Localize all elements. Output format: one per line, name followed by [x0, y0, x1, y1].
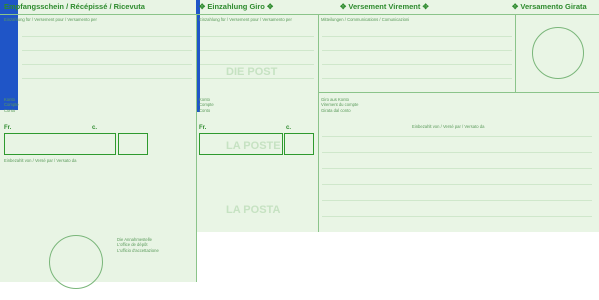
account-label-line: Conto	[4, 107, 16, 113]
write-line	[322, 136, 592, 137]
cross-arrow-icon: ✥	[422, 2, 429, 11]
write-line	[322, 152, 592, 153]
account-label-line: Compte	[4, 102, 19, 108]
centimes-label: c.	[286, 125, 292, 131]
giro-header-it-text: Versamento Girata	[520, 2, 587, 11]
francs-field-middle[interactable]	[199, 133, 283, 155]
account-label-line: Compte	[199, 102, 214, 108]
giro-header-de: ✥ Einzahlung Giro ✥	[199, 2, 273, 11]
francs-label: Fr.	[4, 125, 12, 131]
write-line	[22, 36, 192, 37]
write-line	[22, 50, 192, 51]
francs-field-left[interactable]	[4, 133, 116, 155]
centimes-field-left[interactable]	[118, 133, 148, 155]
write-line	[322, 200, 592, 201]
write-line	[322, 50, 512, 51]
centimes-field-middle[interactable]	[284, 133, 314, 155]
write-line	[322, 184, 592, 185]
giro-header-fr: ✥ Versement Virement ✥	[340, 2, 429, 11]
write-line	[200, 50, 314, 51]
centimes-label: c.	[92, 125, 98, 131]
divider-comms	[318, 92, 599, 93]
cross-arrow-icon: ✥	[340, 2, 347, 11]
office-label-line: L'ufficio d'accettazione	[117, 247, 159, 253]
giro-account-line: Virement du compte	[321, 102, 359, 108]
receipt-header: Empfangsschein / Récépissé / Ricevuta	[4, 2, 145, 11]
write-line	[22, 64, 192, 65]
blank-area	[196, 232, 599, 300]
watermark: LA POSTA	[226, 204, 281, 216]
stamp-circle-right	[532, 27, 584, 79]
pay-for-label-middle: Einzahlung für / Versement pour / Versam…	[199, 17, 292, 22]
pay-for-label-left: Einzahlung für / Versement pour / Versam…	[4, 17, 97, 22]
write-line	[22, 78, 192, 79]
write-line	[322, 36, 512, 37]
francs-label: Fr.	[199, 125, 207, 131]
giro-account-label: Giro aus Konto Virement du compte Girata…	[321, 97, 358, 113]
divider-stamp	[515, 14, 516, 92]
watermark: DIE POST	[226, 66, 278, 78]
account-label-left: Konto Compte Conto	[4, 97, 19, 113]
write-line	[322, 168, 592, 169]
write-line	[200, 36, 314, 37]
paid-by-label-right: Einbezahlt von / Versé par / Versato da	[412, 124, 485, 129]
cross-arrow-icon: ✥	[512, 2, 519, 11]
cross-arrow-icon: ✥	[266, 2, 274, 11]
giro-header-fr-text: Versement Virement	[348, 2, 421, 11]
divider-receipt	[196, 14, 197, 282]
giro-account-line: Girata dal conto	[321, 107, 351, 113]
write-line	[322, 78, 512, 79]
account-label-middle: Konto Compte Conto	[199, 97, 214, 113]
write-line	[322, 216, 592, 217]
paid-by-label-left: Einbezahlt von / Versé par / Versato da	[4, 158, 77, 163]
account-label-line: Conto	[199, 107, 211, 113]
giro-header-de-text: Einzahlung Giro	[207, 2, 265, 11]
divider-middle	[318, 14, 319, 232]
office-label: Die Annahmestelle L'office de dépôt L'uf…	[117, 237, 159, 253]
write-line	[200, 64, 314, 65]
cross-arrow-icon: ✥	[199, 2, 206, 11]
stamp-circle-left	[49, 235, 103, 289]
communications-label: Mitteilungen / Communications / Comunica…	[321, 17, 410, 22]
write-line	[200, 78, 314, 79]
giro-header-it: ✥ Versamento Girata	[512, 2, 587, 11]
write-line	[322, 64, 512, 65]
